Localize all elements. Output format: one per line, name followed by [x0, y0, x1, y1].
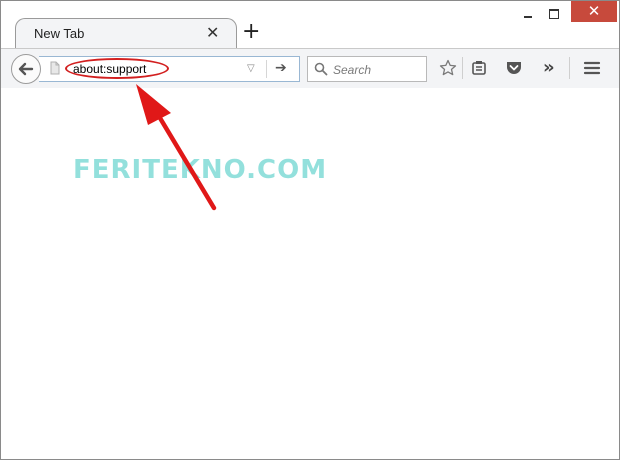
annotation-arrow [136, 84, 217, 211]
